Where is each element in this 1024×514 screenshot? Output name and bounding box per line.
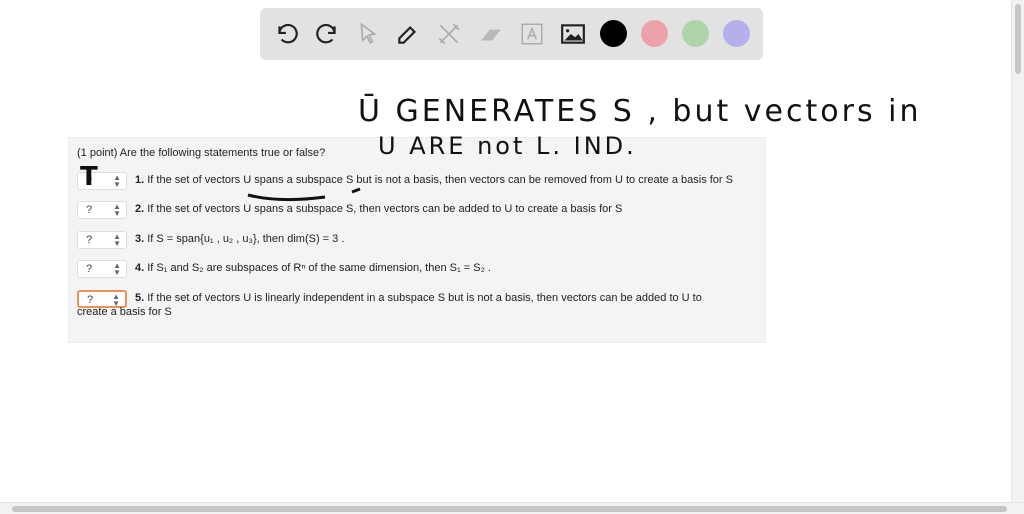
text-icon[interactable]	[518, 20, 546, 48]
question-intro: (1 point) Are the following statements t…	[77, 147, 326, 159]
spinner-icon: ▲ ▼	[113, 232, 121, 248]
answer-select-3[interactable]: ? ▲ ▼	[77, 231, 127, 249]
color-pink[interactable]	[641, 20, 668, 47]
statement-text: If the set of vectors U spans a subspace…	[147, 203, 623, 215]
spinner-icon: ▲ ▼	[113, 173, 121, 189]
redo-icon[interactable]	[313, 20, 341, 48]
pointer-icon[interactable]	[354, 20, 382, 48]
drawing-toolbar	[260, 8, 763, 60]
color-black[interactable]	[600, 20, 627, 47]
spinner-icon: ▲ ▼	[113, 261, 121, 277]
color-green[interactable]	[682, 20, 709, 47]
vertical-scrollbar[interactable]	[1011, 0, 1024, 503]
spinner-icon: ▲ ▼	[113, 202, 121, 218]
undo-icon[interactable]	[273, 20, 301, 48]
handwritten-underline	[247, 187, 361, 202]
pen-icon[interactable]	[394, 20, 422, 48]
handwritten-note-line1: Ū GENERATES S , but vectors in	[358, 94, 922, 129]
handwritten-answer-t: T	[80, 162, 101, 192]
statement-text: If the set of vectors U spans a subspace…	[147, 174, 733, 186]
handwritten-note-line2: U ARE not L. IND.	[378, 132, 637, 160]
statement-text: If S₁ and S₂ are subspaces of Rⁿ of the …	[147, 262, 491, 274]
answer-select-4[interactable]: ? ▲ ▼	[77, 260, 127, 278]
answer-select-2[interactable]: ? ▲ ▼	[77, 201, 127, 219]
question-panel: (1 point) Are the following statements t…	[68, 137, 766, 343]
horizontal-scrollbar[interactable]	[0, 502, 1024, 514]
vertical-scroll-thumb[interactable]	[1015, 4, 1021, 74]
horizontal-scroll-thumb[interactable]	[12, 506, 1007, 512]
statement-text: If S = span{u₁ , u₂ , u₃}, then dim(S) =…	[147, 233, 345, 245]
statement-text-continued: create a basis for S	[77, 306, 172, 318]
image-icon[interactable]	[559, 20, 587, 48]
color-purple[interactable]	[723, 20, 750, 47]
eraser-icon[interactable]	[477, 20, 505, 48]
spinner-icon: ▲ ▼	[112, 292, 120, 308]
statement-text: If the set of vectors U is linearly inde…	[147, 292, 702, 304]
tools-icon[interactable]	[435, 20, 463, 48]
